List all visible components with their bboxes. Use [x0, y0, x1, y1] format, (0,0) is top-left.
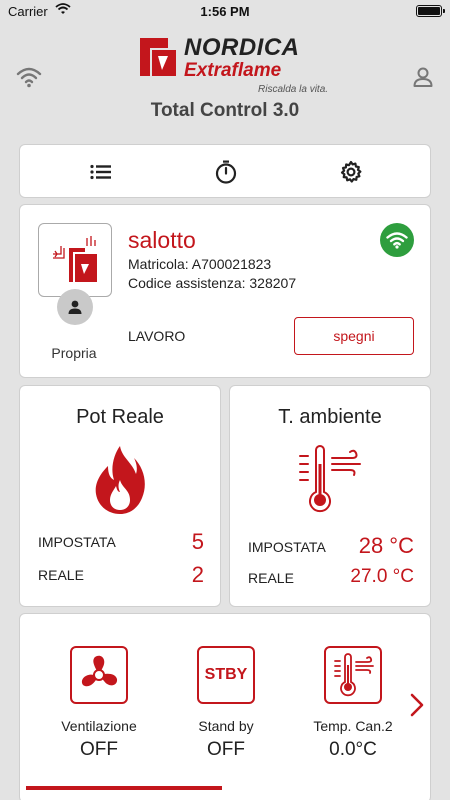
page-indicator — [26, 786, 222, 790]
status-bar: Carrier 1:56 PM — [0, 0, 450, 24]
ambient-set-value: 28 °C — [358, 533, 414, 558]
functions-card: Ventilazione OFF STBY Stand by OFF Temp. — [19, 613, 431, 800]
channel-thermometer-icon — [324, 646, 382, 704]
power-title: Pot Reale — [76, 406, 164, 428]
battery-icon — [416, 5, 445, 17]
ambient-real-label: REALE — [248, 570, 294, 586]
ambient-set-label: IMPOSTATA — [248, 539, 326, 555]
owner-avatar — [57, 289, 93, 325]
flame-icon — [20, 444, 220, 516]
channel2-temp-label: Temp. Can.2 — [313, 718, 393, 734]
standby-label: Stand by — [198, 718, 254, 734]
owner-label: Propria — [51, 345, 97, 361]
power-real-label: REALE — [38, 567, 84, 583]
app-title: Total Control 3.0 — [150, 100, 300, 121]
brand-mark-icon — [140, 38, 176, 76]
ambient-temperature-card[interactable]: T. ambiente IMPOSTATA 28 °C REALE 27.0 °… — [229, 385, 431, 607]
timer-icon[interactable] — [211, 157, 241, 187]
ventilation-value: OFF — [80, 739, 118, 760]
stove-state: LAVORO — [128, 328, 186, 344]
connection-wifi-icon[interactable] — [16, 66, 42, 93]
ambient-title: T. ambiente — [278, 406, 382, 428]
serial-number: Matricola: A700021823 — [128, 256, 272, 272]
list-icon[interactable] — [86, 157, 116, 187]
power-set-value: 5 — [191, 529, 204, 554]
fan-icon — [70, 646, 128, 704]
brand-logo: NORDICA Extraflame Riscalda la vita. — [138, 34, 328, 98]
ventilation-label: Ventilazione — [61, 718, 137, 734]
standby-value: OFF — [207, 739, 245, 760]
user-profile-icon[interactable] — [412, 66, 434, 93]
power-card[interactable]: Pot Reale IMPOSTATA 5 REALE 2 — [19, 385, 221, 607]
standby-icon-text: STBY — [204, 666, 248, 683]
stove-image — [38, 223, 112, 297]
brand-subname: Extraflame — [184, 60, 282, 81]
power-real-value: 2 — [191, 562, 204, 587]
standby-icon: STBY — [197, 646, 255, 704]
thermometer-icon — [230, 444, 430, 520]
power-set-label: IMPOSTATA — [38, 534, 116, 550]
stove-name: salotto — [128, 227, 196, 253]
online-wifi-icon — [380, 223, 414, 257]
channel2-temp-function[interactable]: Temp. Can.2 0.0°C — [298, 646, 408, 761]
app-header: NORDICA Extraflame Riscalda la vita. Tot… — [0, 24, 450, 134]
standby-function[interactable]: STBY Stand by OFF — [171, 646, 281, 761]
stove-card[interactable]: Propria salotto Matricola: A700021823 Co… — [19, 204, 431, 378]
settings-icon[interactable] — [336, 157, 366, 187]
ambient-real-value: 27.0 °C — [350, 566, 414, 587]
chevron-right-icon[interactable] — [406, 688, 428, 722]
ventilation-function[interactable]: Ventilazione OFF — [44, 646, 154, 761]
turn-off-button[interactable]: spegni — [294, 317, 414, 355]
channel2-temp-value: 0.0°C — [329, 739, 377, 760]
navigation-toolbar — [19, 144, 431, 198]
assistance-code: Codice assistenza: 328207 — [128, 275, 297, 291]
clock: 1:56 PM — [200, 4, 250, 19]
brand-tagline: Riscalda la vita. — [258, 84, 329, 95]
brand-name: NORDICA — [184, 34, 300, 61]
